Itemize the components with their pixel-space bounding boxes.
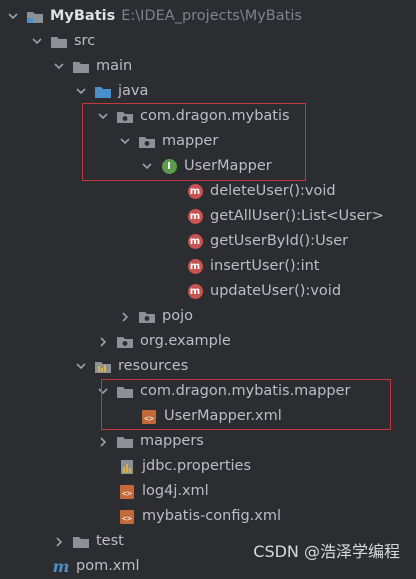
tree-label: pojo — [162, 308, 193, 324]
chevron-right-icon[interactable] — [96, 329, 110, 354]
chevron-down-icon[interactable] — [74, 354, 88, 379]
tree-label: UserMapper — [184, 158, 272, 174]
xml-file-icon: <> — [118, 484, 136, 500]
tree-label: java — [118, 83, 149, 99]
folder-icon — [72, 59, 90, 75]
tree-label: mappers — [140, 433, 204, 449]
tree-row-method[interactable]: m deleteUser():void — [0, 179, 416, 204]
package-icon — [138, 309, 156, 325]
chevron-down-icon[interactable] — [6, 4, 20, 29]
tree-label: org.example — [140, 333, 231, 349]
tree-label: test — [96, 533, 124, 549]
package-icon — [138, 134, 156, 150]
method-badge: m — [187, 234, 203, 249]
tree-label: resources — [118, 358, 189, 374]
xml-file-icon: <> — [140, 409, 158, 425]
method-icon: m — [186, 209, 204, 225]
tree-row-package[interactable]: com.dragon.mybatis — [0, 104, 416, 129]
tree-row-mappers[interactable]: mappers — [0, 429, 416, 454]
method-label: getUserById():User — [210, 233, 349, 249]
folder-icon — [116, 434, 134, 450]
tree-row-usermapper[interactable]: I UserMapper — [0, 154, 416, 179]
method-label: getAllUser():List<User> — [210, 208, 384, 224]
maven-icon: m — [52, 557, 70, 576]
tree-row-src[interactable]: src — [0, 29, 416, 54]
tree-label: main — [96, 58, 133, 74]
chevron-down-icon[interactable] — [140, 154, 154, 179]
source-folder-icon — [94, 84, 112, 100]
interface-icon: I — [160, 159, 178, 175]
tree-row-method[interactable]: m insertUser():int — [0, 254, 416, 279]
project-name: MyBatis — [50, 8, 116, 24]
method-icon: m — [186, 284, 204, 300]
method-badge: m — [187, 184, 203, 199]
tree-row-log4j[interactable]: <> log4j.xml — [0, 479, 416, 504]
tree-row-method[interactable]: m getAllUser():List<User> — [0, 204, 416, 229]
tree-label: mapper — [162, 133, 219, 149]
maven-letter: m — [52, 557, 70, 576]
method-badge: m — [187, 259, 203, 274]
svg-text:<>: <> — [122, 489, 132, 498]
interface-badge: I — [161, 159, 177, 174]
chevron-down-icon[interactable] — [96, 104, 110, 129]
tree-row-mapper[interactable]: mapper — [0, 129, 416, 154]
method-label: updateUser():void — [210, 283, 342, 299]
tree-row-main[interactable]: main — [0, 54, 416, 79]
tree-label: log4j.xml — [142, 483, 209, 499]
tree-label: mybatis-config.xml — [142, 508, 282, 524]
method-badge: m — [187, 284, 203, 299]
tree-row-jdbc[interactable]: jdbc.properties — [0, 454, 416, 479]
package-icon — [116, 334, 134, 350]
method-label: deleteUser():void — [210, 183, 336, 199]
method-icon: m — [186, 184, 204, 200]
chevron-right-icon[interactable] — [52, 529, 66, 554]
project-folder-icon — [26, 9, 44, 25]
tree-label: com.dragon.mybatis.mapper — [140, 383, 351, 399]
tree-row-java[interactable]: java — [0, 79, 416, 104]
package-icon — [116, 109, 134, 125]
chevron-down-icon[interactable] — [52, 54, 66, 79]
chevron-down-icon[interactable] — [30, 29, 44, 54]
chevron-down-icon[interactable] — [118, 129, 132, 154]
chevron-right-icon[interactable] — [96, 429, 110, 454]
tree-label: pom.xml — [76, 558, 140, 574]
folder-icon — [116, 384, 134, 400]
tree-row-org-example[interactable]: org.example — [0, 329, 416, 354]
chevron-right-icon[interactable] — [118, 304, 132, 329]
tree-label: com.dragon.mybatis — [140, 108, 290, 124]
tree-label: src — [74, 33, 96, 49]
properties-file-icon — [118, 459, 136, 475]
resources-folder-icon — [94, 359, 112, 375]
folder-icon — [50, 34, 68, 50]
project-path: E:\IDEA_projects\MyBatis — [121, 8, 302, 24]
method-label: insertUser():int — [210, 258, 320, 274]
tree-row-mybatis-config[interactable]: <> mybatis-config.xml — [0, 504, 416, 529]
svg-text:<>: <> — [122, 514, 132, 523]
tree-row-method[interactable]: m getUserById():User — [0, 229, 416, 254]
method-icon: m — [186, 234, 204, 250]
tree-row-project[interactable]: MyBatis E:\IDEA_projects\MyBatis — [0, 4, 416, 29]
tree-row-method[interactable]: m updateUser():void — [0, 279, 416, 304]
watermark: CSDN @浩泽学编程 — [253, 542, 400, 561]
folder-icon — [72, 534, 90, 550]
tree-label: UserMapper.xml — [164, 408, 282, 424]
tree-row-pojo[interactable]: pojo — [0, 304, 416, 329]
tree-row-resources[interactable]: resources — [0, 354, 416, 379]
tree-label: jdbc.properties — [142, 458, 252, 474]
chevron-down-icon[interactable] — [96, 379, 110, 404]
svg-text:<>: <> — [144, 414, 154, 423]
tree-row-res-package[interactable]: com.dragon.mybatis.mapper — [0, 379, 416, 404]
chevron-down-icon[interactable] — [74, 79, 88, 104]
tree-row-usermapper-xml[interactable]: <> UserMapper.xml — [0, 404, 416, 429]
method-badge: m — [187, 209, 203, 224]
method-icon: m — [186, 259, 204, 275]
xml-file-icon: <> — [118, 509, 136, 525]
